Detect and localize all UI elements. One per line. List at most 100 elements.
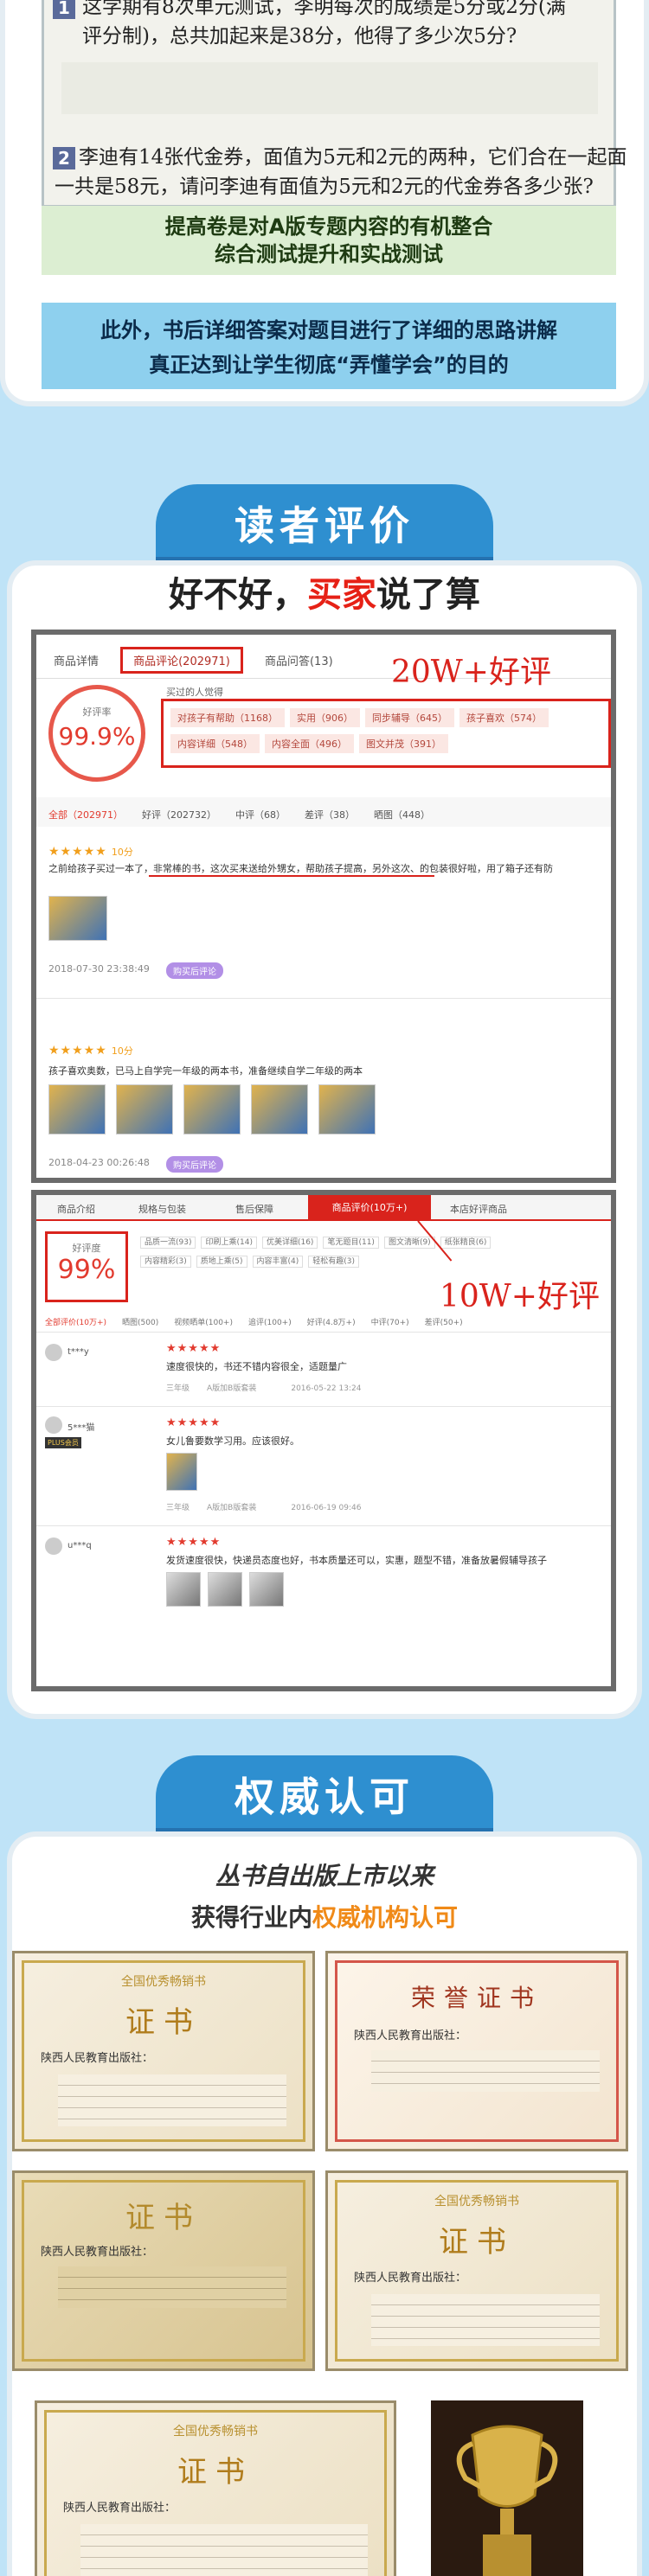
certificate-5: 全国优秀畅销书 证书 陕西人民教育出版社：	[35, 2400, 396, 2576]
authority-section-tab: 权威认可	[156, 1755, 493, 1844]
shot2-filter[interactable]: 视频晒单(100+)	[174, 1319, 233, 1327]
certificate-4: 全国优秀畅销书 证书 陕西人民教育出版社：	[325, 2170, 628, 2371]
shot1-tag-box: 对孩子有帮助（1168） 实用（906） 同步辅导（645） 孩子喜欢（574） 内容详…	[161, 699, 611, 768]
shot1-filter[interactable]: 好评（202732）	[142, 808, 216, 821]
shot1-tag[interactable]: 同步辅导（645）	[365, 708, 454, 727]
reviews-section-tab: 读者评价	[156, 484, 493, 572]
shot2-filter[interactable]: 好评(4.8万+)	[307, 1319, 356, 1327]
authority-line-1: 丛书自出版上市以来	[215, 1862, 434, 1890]
shot1-review-2: ★★★★★ 10分	[48, 1041, 133, 1058]
certificate-text-lines	[371, 2050, 600, 2092]
headline-part-b: 买家	[307, 575, 376, 615]
shot1-rate-value: 99.9%	[58, 722, 136, 751]
shot2-filter[interactable]: 晒图(500)	[122, 1319, 158, 1327]
shot2-filter[interactable]: 中评(70+)	[371, 1319, 409, 1327]
user-avatar	[45, 1344, 62, 1361]
exam-paper-image: 1 这学期有8次单元测试，李明每次的成绩是5分或2分(满 评分制)，总共加起来是…	[42, 0, 627, 208]
reviews-headline: 好不好，买家说了算	[0, 566, 649, 617]
review-text: 女儿鲁要数学习用。应该很好。	[166, 1435, 299, 1447]
shot2-tab[interactable]: 商品介绍	[57, 1202, 95, 1216]
review-photo[interactable]	[48, 1084, 106, 1135]
review-edition: A版加B版套装	[207, 1504, 257, 1512]
authority-line-2a: 获得行业内	[190, 1903, 312, 1932]
shot1-filter-bar: 全部（202971） 好评（202732） 中评（68） 差评（38） 晒图（448）	[36, 797, 611, 827]
shot2-tag[interactable]: 优美详细(16)	[261, 1237, 318, 1249]
review-time: 2018-07-30 23:38:49	[48, 963, 150, 975]
shot2-tab[interactable]: 售后保障	[235, 1202, 273, 1216]
review-stars: ★★★★★	[166, 1342, 222, 1355]
certificate-head: 全国优秀畅销书	[173, 2425, 258, 2439]
plus-member-badge: PLUS会员	[45, 1437, 81, 1448]
shot2-tag[interactable]: 印刷上乘(14)	[201, 1237, 257, 1249]
shot2-filter[interactable]: 差评(50+)	[425, 1319, 463, 1327]
shot2-tag[interactable]: 图文清晰(9)	[383, 1237, 435, 1249]
shot1-tag[interactable]: 实用（906）	[290, 708, 360, 727]
shot1-rate-circle: 好评率 99.9%	[48, 685, 145, 782]
review-score: 10分	[111, 847, 133, 858]
review-photo[interactable]	[116, 1084, 173, 1135]
review-photo[interactable]	[251, 1084, 308, 1135]
shot2-filter[interactable]: 追评(100+)	[248, 1319, 292, 1327]
shot2-tags: 品质一流(93) 印刷上乘(14) 优美详细(16) 笔无题目(11) 图文清晰(9) 纸…	[140, 1233, 607, 1271]
shot2-tag[interactable]: 质地上乘(5)	[196, 1256, 247, 1268]
shot1-tag[interactable]: 对孩子有帮助（1168）	[170, 708, 285, 727]
certificate-org: 陕西人民教育出版社：	[354, 2272, 467, 2285]
shot1-tag[interactable]: 图文并茂（391）	[359, 734, 448, 753]
review-user: 5***猫	[67, 1423, 95, 1433]
question-1-number: 1	[53, 0, 75, 19]
shot2-tag[interactable]: 品质一流(93)	[140, 1237, 196, 1249]
review-user: t***y	[67, 1347, 89, 1357]
certificate-title: 证书	[125, 2201, 202, 2235]
shot2-tab-bar: 商品介绍 规格与包装 售后保障 商品评价(10万+) 本店好评商品	[36, 1195, 611, 1221]
certificate-org: 陕西人民教育出版社：	[354, 2029, 467, 2042]
certificate-text-lines	[58, 2074, 286, 2126]
shot2-tab-active[interactable]: 商品评价(10万+)	[308, 1195, 431, 1221]
authority-line-2b: 权威机构认可	[312, 1903, 459, 1932]
shot1-filter[interactable]: 晒图（448）	[374, 808, 430, 821]
shot2-annotation: 10W+好评	[440, 1279, 600, 1314]
review-photo[interactable]	[166, 1572, 201, 1607]
trophy-icon	[456, 2425, 558, 2576]
shot1-filter[interactable]: 中评（68）	[235, 808, 286, 821]
shot2-tag[interactable]: 内容精彩(3)	[140, 1256, 191, 1268]
blue-line-2: 真正达到让学生彻底“弄懂学会”的目的	[149, 353, 509, 377]
shot1-tab-details[interactable]: 商品详情	[54, 652, 99, 668]
shot1-annotation: 20W+好评	[391, 655, 551, 690]
certificate-head: 全国优秀畅销书	[434, 2195, 519, 2208]
review-photo[interactable]	[48, 896, 107, 941]
review-badge: 购买后评论	[166, 1156, 223, 1173]
shot2-tab[interactable]: 本店好评商品	[450, 1202, 507, 1216]
certificate-title: 荣誉证书	[410, 1984, 543, 2012]
shot1-review-2-text: 孩子喜欢奥数，已马上自学完一年级的两本书，准备继续自学二年级的两本	[48, 1065, 363, 1077]
shot2-tag[interactable]: 笔无题目(11)	[323, 1237, 379, 1249]
shot2-rate-value: 99%	[57, 1255, 116, 1285]
blue-line-1: 此外，书后详细答案对题目进行了详细的思路讲解	[100, 318, 557, 342]
review-stars: ★★★★★	[166, 1416, 222, 1429]
certificate-title: 证书	[439, 2225, 515, 2260]
review-photo[interactable]	[166, 1453, 197, 1491]
trophy-photo	[431, 2400, 583, 2576]
shot1-tab-qa[interactable]: 商品问答(13)	[265, 652, 333, 668]
review-photo[interactable]	[183, 1084, 241, 1135]
review-photo[interactable]	[208, 1572, 242, 1607]
shot2-tag[interactable]: 轻松有趣(3)	[308, 1256, 359, 1268]
shot1-tab-reviews[interactable]: 商品评论(202971)	[120, 647, 243, 674]
shot1-tag[interactable]: 孩子喜欢（574）	[459, 708, 549, 727]
question-1-line2: 评分制)，总共加起来是38分，他得了多少次5分?	[82, 25, 517, 48]
review-photo[interactable]	[318, 1084, 376, 1135]
review-text: 发货速度很快，快递员态度也好，书本质量还可以，实惠，题型不错，准备放暑假辅导孩子	[166, 1555, 547, 1566]
shot2-tag[interactable]: 纸张精良(6)	[440, 1237, 492, 1249]
shot2-tab[interactable]: 规格与包装	[138, 1202, 186, 1216]
shot1-tag[interactable]: 内容全面（496）	[265, 734, 354, 753]
shot1-filter[interactable]: 差评（38）	[305, 808, 355, 821]
review-photo[interactable]	[249, 1572, 284, 1607]
review-screenshot-1: 商品详情 商品评论(202971) 商品问答(13) 好评率 99.9% 买过的…	[31, 630, 616, 1183]
shot1-filter[interactable]: 全部（202971）	[48, 808, 123, 821]
divider	[36, 1332, 611, 1333]
underline-annotation	[149, 875, 434, 877]
shot2-tag[interactable]: 内容丰富(4)	[252, 1256, 304, 1268]
shot1-tag[interactable]: 内容详细（548）	[170, 734, 260, 753]
shot2-filter[interactable]: 全部评价(10万+)	[45, 1319, 106, 1327]
user-avatar	[45, 1537, 62, 1555]
shot2-rate-label: 好评度	[72, 1243, 101, 1254]
